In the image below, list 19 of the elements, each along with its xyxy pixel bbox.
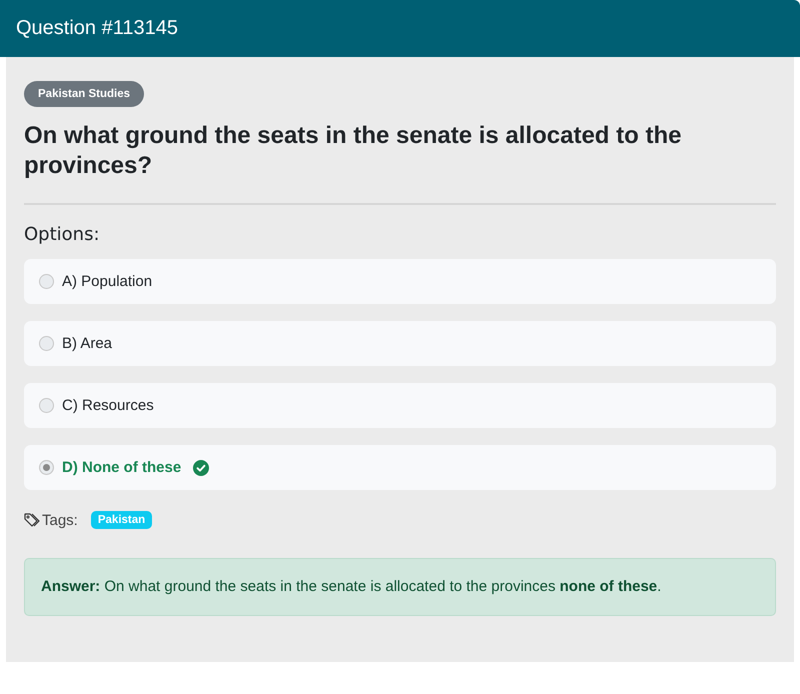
option-label: C) Resources (62, 397, 154, 414)
option-label: A) Population (62, 273, 152, 290)
option-card[interactable]: A) Population (24, 259, 776, 304)
option-card[interactable]: D) None of these (24, 445, 776, 490)
radio-button[interactable] (39, 274, 54, 289)
options-heading: Options: (24, 224, 101, 245)
category-badge: Pakistan Studies (24, 81, 144, 107)
question-text: On what ground the seats in the senate is allocated to the provinces? (24, 121, 682, 181)
radio-button[interactable] (39, 336, 54, 351)
option-label: B) Area (62, 335, 112, 352)
option-card[interactable]: C) Resources (24, 383, 776, 428)
tags-label: Tags: (42, 512, 78, 528)
radio-button[interactable] (39, 460, 54, 475)
radio-button[interactable] (39, 398, 54, 413)
option-label: D) None of these (62, 459, 182, 476)
option-card[interactable]: B) Area (24, 321, 776, 366)
question-number-title: Question #113145 (16, 17, 178, 40)
tags-icon (24, 512, 42, 528)
answer-text: Answer: On what ground the seats in the senate is allocated to the provinces none of these. (41, 578, 662, 596)
